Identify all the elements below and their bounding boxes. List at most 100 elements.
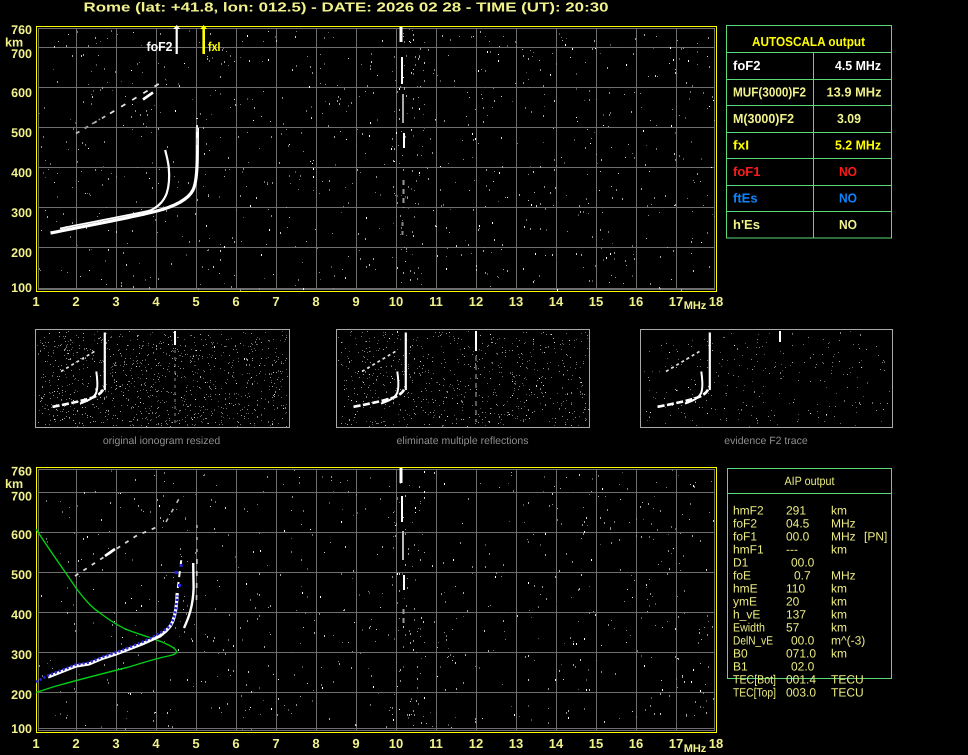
svg-text:foF1: foF1 bbox=[733, 164, 760, 179]
svg-text:km: km bbox=[831, 595, 847, 609]
svg-text:00.0: 00.0 bbox=[791, 634, 815, 648]
svg-text:0.7: 0.7 bbox=[794, 569, 811, 583]
svg-text:14: 14 bbox=[549, 294, 564, 309]
svg-text:Ewidth: Ewidth bbox=[733, 621, 765, 635]
svg-text:original ionogram resized: original ionogram resized bbox=[103, 435, 220, 447]
svg-text:12: 12 bbox=[469, 294, 483, 309]
svg-text:fxI: fxI bbox=[208, 39, 221, 54]
svg-text:3.09: 3.09 bbox=[837, 111, 861, 126]
svg-text:3: 3 bbox=[112, 736, 119, 751]
svg-text:TECU: TECU bbox=[831, 686, 864, 700]
svg-text:13: 13 bbox=[509, 294, 523, 309]
svg-text:6: 6 bbox=[232, 736, 239, 751]
svg-text:400: 400 bbox=[11, 166, 32, 180]
svg-text:1: 1 bbox=[32, 294, 39, 309]
svg-text:18: 18 bbox=[709, 294, 723, 309]
svg-text:hmF1: hmF1 bbox=[733, 543, 764, 557]
svg-text:16: 16 bbox=[629, 294, 643, 309]
svg-text:137: 137 bbox=[786, 608, 806, 622]
svg-text:8: 8 bbox=[312, 736, 319, 751]
svg-text:[PN]: [PN] bbox=[864, 530, 887, 544]
svg-text:071.0: 071.0 bbox=[786, 647, 816, 661]
svg-text:foF2: foF2 bbox=[733, 58, 760, 73]
svg-text:200: 200 bbox=[11, 246, 32, 260]
svg-text:8: 8 bbox=[312, 294, 319, 309]
svg-text:MHz: MHz bbox=[831, 569, 856, 583]
svg-text:700: 700 bbox=[11, 490, 32, 504]
svg-text:1: 1 bbox=[32, 736, 39, 751]
svg-text:10: 10 bbox=[389, 294, 403, 309]
svg-text:700: 700 bbox=[11, 47, 32, 61]
svg-text:km: km bbox=[831, 608, 847, 622]
svg-text:km: km bbox=[831, 543, 847, 557]
svg-text:km: km bbox=[831, 621, 847, 635]
svg-text:TECU: TECU bbox=[831, 673, 864, 687]
svg-text:MHz: MHz bbox=[684, 300, 707, 312]
svg-text:00.0: 00.0 bbox=[791, 556, 815, 570]
svg-text:evidence F2 trace: evidence F2 trace bbox=[724, 435, 808, 447]
svg-text:57: 57 bbox=[786, 621, 800, 635]
svg-text:km: km bbox=[831, 647, 847, 661]
svg-text:km: km bbox=[831, 504, 847, 518]
svg-text:AUTOSCALA output: AUTOSCALA output bbox=[752, 34, 866, 49]
svg-text:15: 15 bbox=[589, 736, 603, 751]
svg-text:h'Es: h'Es bbox=[733, 217, 760, 232]
svg-text:M(3000)F2: M(3000)F2 bbox=[733, 111, 794, 126]
svg-text:ftEs: ftEs bbox=[733, 191, 758, 206]
svg-text:5: 5 bbox=[192, 294, 199, 309]
svg-text:200: 200 bbox=[11, 688, 32, 702]
svg-text:ymE: ymE bbox=[733, 595, 757, 609]
svg-text:3: 3 bbox=[112, 294, 119, 309]
svg-text:B0: B0 bbox=[733, 647, 748, 661]
svg-text:eliminate multiple reflections: eliminate multiple reflections bbox=[397, 435, 529, 447]
svg-text:5.2 MHz: 5.2 MHz bbox=[835, 138, 881, 153]
svg-text:hmE: hmE bbox=[733, 582, 758, 596]
svg-text:14: 14 bbox=[549, 736, 564, 751]
svg-text:300: 300 bbox=[11, 206, 32, 220]
svg-text:NO: NO bbox=[839, 191, 857, 206]
svg-text:003.0: 003.0 bbox=[786, 686, 816, 700]
svg-text:16: 16 bbox=[629, 736, 643, 751]
svg-text:Rome (lat: +41.8, lon: 012.5): Rome (lat: +41.8, lon: 012.5) - DATE: 20… bbox=[84, 0, 609, 15]
svg-text:m^(-3): m^(-3) bbox=[831, 634, 865, 648]
svg-text:12: 12 bbox=[469, 736, 483, 751]
svg-text:18: 18 bbox=[709, 736, 723, 751]
svg-text:100: 100 bbox=[11, 281, 32, 295]
svg-text:500: 500 bbox=[11, 126, 32, 140]
svg-text:291: 291 bbox=[786, 504, 806, 518]
svg-text:foF2: foF2 bbox=[733, 517, 757, 531]
svg-text:20: 20 bbox=[786, 595, 800, 609]
svg-text:04.5: 04.5 bbox=[786, 517, 810, 531]
svg-text:17: 17 bbox=[669, 736, 683, 751]
svg-text:13: 13 bbox=[509, 736, 523, 751]
svg-text:D1: D1 bbox=[733, 556, 749, 570]
svg-text:02.0: 02.0 bbox=[791, 660, 815, 674]
svg-text:10: 10 bbox=[389, 736, 403, 751]
svg-text:600: 600 bbox=[11, 86, 32, 100]
svg-text:100: 100 bbox=[11, 722, 32, 736]
svg-text:13.9 MHz: 13.9 MHz bbox=[827, 85, 882, 100]
svg-text:400: 400 bbox=[11, 608, 32, 622]
svg-text:9: 9 bbox=[352, 294, 359, 309]
svg-text:300: 300 bbox=[11, 648, 32, 662]
svg-text:600: 600 bbox=[11, 528, 32, 542]
svg-text:6: 6 bbox=[232, 294, 239, 309]
svg-text:17: 17 bbox=[669, 294, 683, 309]
svg-text:hmF2: hmF2 bbox=[733, 504, 764, 518]
svg-text:km: km bbox=[831, 582, 847, 596]
svg-text:---: --- bbox=[786, 543, 798, 557]
svg-text:foF2: foF2 bbox=[147, 39, 173, 54]
svg-text:11: 11 bbox=[429, 736, 443, 751]
svg-text:NO: NO bbox=[839, 217, 857, 232]
svg-text:15: 15 bbox=[589, 294, 603, 309]
svg-text:9: 9 bbox=[352, 736, 359, 751]
svg-text:110: 110 bbox=[786, 582, 805, 596]
svg-text:h_vE: h_vE bbox=[733, 608, 760, 622]
svg-text:foE: foE bbox=[733, 569, 751, 583]
svg-text:500: 500 bbox=[11, 568, 32, 582]
svg-text:TEC[Bot]: TEC[Bot] bbox=[733, 673, 776, 687]
svg-text:DelN_vE: DelN_vE bbox=[733, 634, 773, 648]
svg-text:4: 4 bbox=[152, 294, 160, 309]
svg-text:MUF(3000)F2: MUF(3000)F2 bbox=[733, 85, 806, 100]
svg-text:2: 2 bbox=[72, 294, 79, 309]
